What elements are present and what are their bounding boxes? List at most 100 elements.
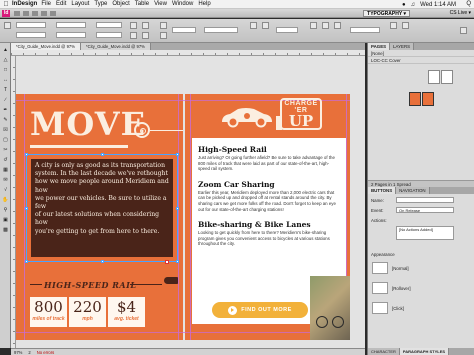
- page-thumbnail[interactable]: [441, 70, 453, 84]
- view-options-icon[interactable]: [32, 10, 39, 16]
- stroke-weight-field[interactable]: [172, 27, 196, 33]
- direct-selection-tool-icon[interactable]: △: [2, 56, 9, 63]
- text-wrap-icon[interactable]: [310, 22, 317, 29]
- rectangle-frame-tool-icon[interactable]: ☒: [2, 126, 9, 133]
- cs-live-menu[interactable]: CS Live ▾: [450, 10, 471, 17]
- line-tool-icon[interactable]: ∕: [2, 96, 9, 103]
- height-field[interactable]: [56, 32, 86, 38]
- page-thumbnail-selected[interactable]: [422, 92, 434, 106]
- drop-shadow-icon[interactable]: [262, 22, 269, 29]
- opacity-field[interactable]: [276, 27, 298, 33]
- stat-box[interactable]: 800 miles of track: [30, 297, 67, 327]
- page-number[interactable]: 2: [28, 350, 30, 355]
- frame-handle[interactable]: [25, 207, 28, 210]
- state-rollover[interactable]: [Rollover]: [372, 280, 468, 296]
- event-select[interactable]: On Release: [396, 207, 454, 213]
- wifi-icon[interactable]: ●: [402, 2, 406, 8]
- pen-tool-icon[interactable]: ✒: [2, 106, 9, 113]
- select-container-icon[interactable]: [390, 22, 397, 29]
- tab-layers[interactable]: LAYERS: [390, 43, 415, 50]
- fx-icon[interactable]: [250, 22, 257, 29]
- frame-handle[interactable]: [176, 153, 179, 156]
- scale-y-field[interactable]: [96, 32, 122, 38]
- free-transform-tool-icon[interactable]: ↺: [2, 156, 9, 163]
- tab-buttons[interactable]: BUTTONS: [368, 187, 397, 194]
- menu-file[interactable]: File: [41, 1, 51, 7]
- select-content-icon[interactable]: [402, 22, 409, 29]
- frame-handle[interactable]: [101, 260, 104, 263]
- note-tool-icon[interactable]: ✉: [2, 176, 9, 183]
- preflight-status[interactable]: No errors: [37, 350, 54, 355]
- workspace-switcher[interactable]: TYPOGRAPHY ▾: [363, 10, 410, 17]
- screen-mode-icon[interactable]: [41, 10, 48, 16]
- menu-app-name[interactable]: InDesign: [12, 1, 37, 7]
- hand-tool-icon[interactable]: ✋: [2, 196, 9, 203]
- pasteboard[interactable]: MOVE A city is only as good as its trans…: [16, 56, 365, 348]
- eyedropper-tool-icon[interactable]: √: [2, 186, 9, 193]
- control-panel-menu-icon[interactable]: [460, 27, 467, 34]
- fill-swatch-icon[interactable]: [160, 22, 167, 29]
- y-field[interactable]: [16, 32, 46, 38]
- actions-list[interactable]: [No Actions Added]: [396, 226, 454, 240]
- rail-label[interactable]: HIGH-SPEED RAIL: [44, 280, 136, 290]
- frame-handle[interactable]: [25, 260, 28, 263]
- width-field[interactable]: [56, 22, 86, 28]
- find-out-more-button[interactable]: FIND OUT MORE: [212, 302, 308, 318]
- rotate-icon[interactable]: [130, 22, 137, 29]
- menu-type[interactable]: Type: [94, 1, 107, 7]
- menu-object[interactable]: Object: [112, 1, 129, 7]
- arrange-documents-icon[interactable]: [50, 10, 57, 16]
- frame-handle[interactable]: [176, 260, 179, 263]
- text-overflow-port-icon[interactable]: [165, 260, 169, 264]
- page-tool-icon[interactable]: □: [2, 66, 9, 73]
- master-page[interactable]: LOC-CC Cover: [368, 57, 474, 64]
- stat-box[interactable]: 220 mph: [69, 297, 106, 327]
- align-icon[interactable]: [334, 22, 341, 29]
- intro-text[interactable]: A city is only as good as its transporta…: [31, 159, 173, 257]
- type-tool-icon[interactable]: T: [2, 86, 9, 93]
- apple-icon[interactable]: : [0, 1, 12, 8]
- menu-edit[interactable]: Edit: [56, 1, 66, 7]
- gap-field[interactable]: [350, 27, 380, 33]
- tab-character[interactable]: CHARACTER: [368, 348, 400, 355]
- page-thumbnail-selected[interactable]: [409, 92, 421, 106]
- tab-paragraph-styles[interactable]: PARAGRAPH STYLES: [399, 348, 450, 355]
- flip-horizontal-icon[interactable]: [142, 22, 149, 29]
- state-normal[interactable]: [Normal]: [372, 260, 468, 276]
- frame-handle[interactable]: [101, 153, 104, 156]
- spotlight-search-icon[interactable]: Q: [466, 1, 471, 7]
- tab-navigation[interactable]: NAVIGATION: [396, 187, 430, 194]
- zoom-level[interactable]: 97%: [14, 350, 22, 355]
- bicycle-photo[interactable]: [310, 276, 350, 340]
- frame-handle[interactable]: [25, 153, 28, 156]
- menu-table[interactable]: Table: [135, 1, 149, 7]
- bridge-icon[interactable]: [14, 10, 21, 16]
- stroke-swatch-icon[interactable]: [160, 32, 167, 39]
- gap-tool-icon[interactable]: ↔: [2, 76, 9, 83]
- x-field[interactable]: [16, 22, 46, 28]
- flip-vertical-icon[interactable]: [142, 32, 149, 39]
- scissors-tool-icon[interactable]: ✂: [2, 146, 9, 153]
- shear-icon[interactable]: [130, 32, 137, 39]
- scale-x-field[interactable]: [96, 22, 122, 28]
- menu-help[interactable]: Help: [198, 1, 210, 7]
- pencil-tool-icon[interactable]: ✎: [2, 116, 9, 123]
- charge-sign[interactable]: CHARGE 'ER UP: [280, 100, 322, 129]
- intro-text-frame[interactable]: A city is only as good as its transporta…: [25, 153, 179, 264]
- zoom-level-icon[interactable]: [23, 10, 30, 16]
- document-tab[interactable]: *City_Guide_Move.indd @ 97%: [11, 43, 81, 50]
- move-headline[interactable]: MOVE: [30, 108, 146, 140]
- zoom-tool-icon[interactable]: ⚲: [2, 206, 9, 213]
- document-tab[interactable]: *City_Guide_Move.indd @ 97%: [80, 43, 151, 50]
- screen-mode-tool-icon[interactable]: ▩: [2, 226, 9, 233]
- selection-tool-icon[interactable]: ▲: [2, 46, 9, 53]
- menu-view[interactable]: View: [154, 1, 167, 7]
- menu-window[interactable]: Window: [172, 1, 193, 7]
- volume-icon[interactable]: ♫: [411, 2, 416, 8]
- clock-text[interactable]: Wed 1:14 AM: [420, 2, 456, 8]
- frame-handle[interactable]: [176, 207, 179, 210]
- gradient-tool-icon[interactable]: ▦: [2, 166, 9, 173]
- rectangle-tool-icon[interactable]: ▢: [2, 136, 9, 143]
- fill-stroke-icon[interactable]: ▣: [2, 216, 9, 223]
- reference-point-icon[interactable]: [4, 22, 11, 29]
